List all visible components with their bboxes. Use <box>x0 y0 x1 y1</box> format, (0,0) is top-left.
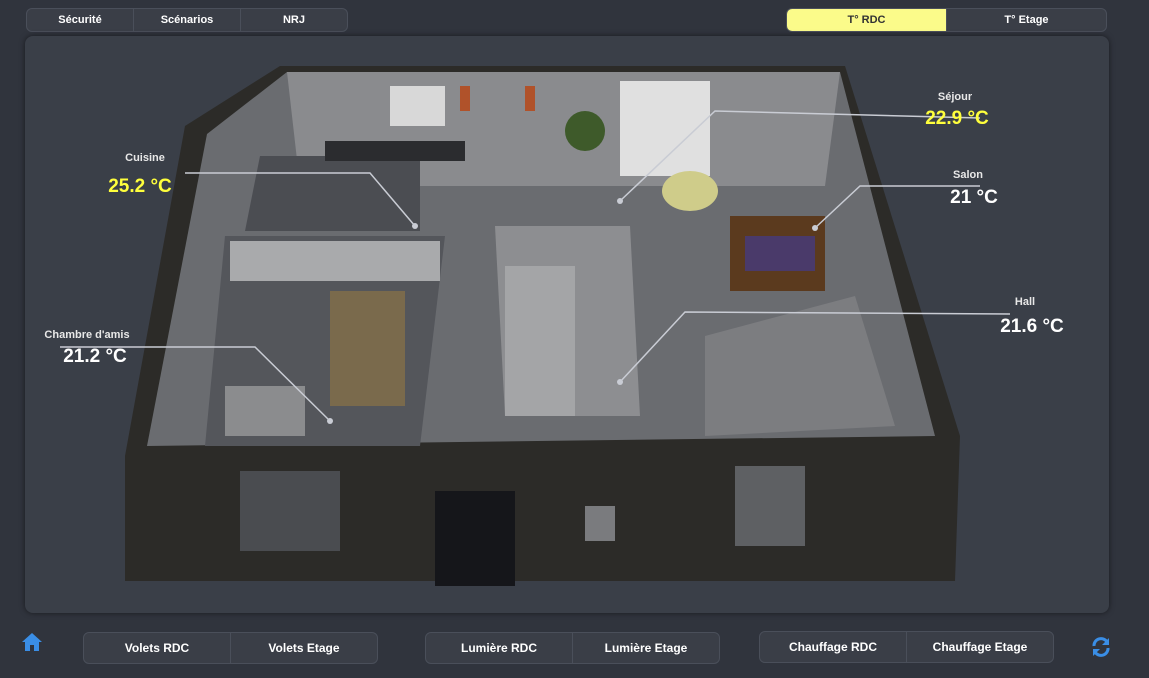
tab-scenarios[interactable]: Scénarios <box>134 9 241 31</box>
front-window-left <box>240 471 340 551</box>
chambre-point <box>327 418 333 424</box>
refresh-icon[interactable] <box>1090 636 1112 658</box>
room-label-hall: Hall <box>1014 296 1036 308</box>
painting-2 <box>525 86 535 111</box>
front-door <box>435 491 515 586</box>
bottom-nav-volets: Volets RDC Volets Etage <box>83 632 378 664</box>
room-temp-chambre[interactable]: 21.2 °C <box>35 346 155 368</box>
front-window-right <box>735 466 805 546</box>
room-label-chambre: Chambre d'amis <box>44 329 130 341</box>
room-temp-cuisine[interactable]: 25.2 °C <box>80 176 200 198</box>
hall-point <box>617 379 623 385</box>
chauffage-rdc-button[interactable]: Chauffage RDC <box>760 632 907 662</box>
top-nav-right: T° RDC T° Etage <box>786 8 1107 32</box>
floorplan-panel: Cuisine 25.2 °C Séjour 22.9 °C Salon 21 … <box>25 36 1109 613</box>
bottom-nav-chauffage: Chauffage RDC Chauffage Etage <box>759 631 1054 663</box>
room-label-salon: Salon <box>953 169 983 181</box>
tab-temp-rdc[interactable]: T° RDC <box>787 9 947 31</box>
plant <box>565 111 605 151</box>
chambre-back-wall <box>230 241 440 281</box>
tab-temp-etage[interactable]: T° Etage <box>947 9 1106 31</box>
lumiere-etage-button[interactable]: Lumière Etage <box>573 633 719 663</box>
tab-nrj[interactable]: NRJ <box>241 9 347 31</box>
volets-rdc-button[interactable]: Volets RDC <box>84 633 231 663</box>
chauffage-etage-button[interactable]: Chauffage Etage <box>907 632 1053 662</box>
sejour-point <box>617 198 623 204</box>
stair-wall <box>505 266 575 416</box>
dining-table <box>662 171 718 211</box>
tab-securite[interactable]: Sécurité <box>27 9 134 31</box>
tv-screen <box>745 236 815 271</box>
window-back-left <box>390 86 445 126</box>
wardrobe <box>330 291 405 406</box>
front-window-small <box>585 506 615 541</box>
bottom-nav-lumiere: Lumière RDC Lumière Etage <box>425 632 720 664</box>
painting-1 <box>460 86 470 111</box>
sofa-chambre <box>225 386 305 436</box>
room-label-sejour: Séjour <box>937 91 973 103</box>
cuisine-point <box>412 223 418 229</box>
room-temp-sejour[interactable]: 22.9 °C <box>897 108 1017 130</box>
room-label-cuisine: Cuisine <box>125 152 165 164</box>
home-icon[interactable] <box>21 632 43 652</box>
kitchen-counter <box>325 141 465 161</box>
salon-point <box>812 225 818 231</box>
lumiere-rdc-button[interactable]: Lumière RDC <box>426 633 573 663</box>
top-nav-left: Sécurité Scénarios NRJ <box>26 8 348 32</box>
kitchen-area <box>245 156 420 231</box>
volets-etage-button[interactable]: Volets Etage <box>231 633 377 663</box>
room-temp-salon[interactable]: 21 °C <box>914 187 1034 209</box>
room-temp-hall[interactable]: 21.6 °C <box>972 316 1092 338</box>
